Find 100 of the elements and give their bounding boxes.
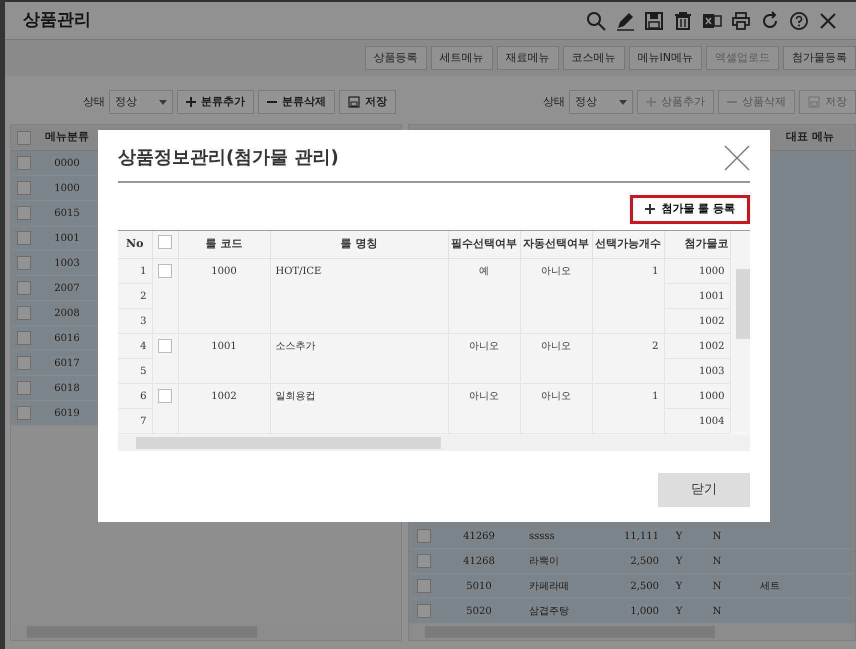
column-header: 메뉴분류 — [44, 129, 90, 146]
toolbar-button[interactable]: 분류추가 — [177, 90, 254, 114]
trash-icon[interactable] — [673, 10, 693, 30]
plus-icon — [186, 97, 196, 107]
table-cell: 1002 — [211, 391, 237, 402]
tab-button[interactable]: 코스메뉴 — [562, 46, 625, 70]
close-button[interactable]: 닫기 — [658, 472, 750, 506]
table-cell: HOT/ICE — [276, 266, 322, 277]
table-cell: 2 — [652, 341, 658, 352]
table-cell-text: sssss — [528, 530, 556, 544]
status-select[interactable]: 정상 — [569, 90, 633, 114]
table-cell: 일회용컵 — [276, 391, 316, 402]
row-number: 2 — [118, 284, 152, 308]
table-cell-text: 카페라떼 — [528, 580, 570, 594]
table-cell-text: N — [712, 554, 722, 568]
table-cell-text: 41269 — [462, 530, 496, 544]
tab-button[interactable]: 첨가물등록 — [783, 46, 856, 70]
checkbox[interactable] — [17, 206, 31, 220]
status-select[interactable]: 정상 — [109, 90, 173, 114]
checkbox[interactable] — [17, 181, 31, 195]
checkbox[interactable] — [17, 406, 31, 420]
tab-button[interactable]: 재료메뉴 — [496, 46, 559, 70]
table-cell-text: 5020 — [465, 604, 493, 618]
refresh-icon[interactable] — [760, 10, 780, 30]
row-number: 7 — [118, 408, 152, 434]
horizontal-scrollbar[interactable] — [118, 434, 750, 450]
tab-button[interactable]: 세트메뉴 — [430, 46, 493, 70]
column-header: 대표 메뉴 — [785, 129, 835, 146]
checkbox[interactable] — [158, 234, 172, 248]
checkbox[interactable] — [158, 389, 172, 403]
table-cell: 예 — [479, 266, 489, 277]
table-cell-text: Y — [674, 604, 684, 618]
toolbar-button[interactable]: 분류삭제 — [258, 90, 335, 114]
table-cell-text: 6015 — [53, 206, 81, 220]
floppy-icon[interactable] — [644, 10, 664, 30]
checkbox[interactable] — [17, 256, 31, 270]
toolbar-button[interactable]: 저장 — [339, 90, 396, 114]
printer-icon[interactable] — [731, 10, 751, 30]
plus-icon — [645, 204, 656, 214]
checkbox[interactable] — [17, 331, 31, 345]
checkbox[interactable] — [158, 264, 172, 278]
column-header: No — [118, 230, 152, 258]
table-cell: 1000 — [664, 258, 730, 284]
table-cell: 아니오 — [541, 266, 571, 277]
checkbox[interactable] — [417, 554, 431, 568]
close-icon[interactable] — [724, 144, 750, 170]
checkbox[interactable] — [158, 339, 172, 353]
table-cell-text: N — [712, 604, 722, 618]
column-header: 자동선택여부 — [520, 230, 592, 258]
tab-button[interactable]: 상품등록 — [364, 46, 427, 70]
floppy-icon — [808, 96, 820, 108]
table-cell-text: 0000 — [53, 156, 81, 170]
checkbox[interactable] — [417, 604, 431, 618]
checkbox[interactable] — [17, 306, 31, 320]
checkbox[interactable] — [417, 579, 431, 593]
search-icon[interactable] — [586, 10, 606, 30]
table-cell-text: 6017 — [53, 356, 81, 370]
table-cell: 1000 — [211, 266, 237, 277]
column-header: 룰 명칭 — [270, 230, 448, 258]
column-header: 선택가능개수 — [592, 230, 664, 258]
checkbox[interactable] — [17, 231, 31, 245]
tab-button[interactable]: 메뉴IN메뉴 — [628, 46, 702, 70]
table-cell: 아니오 — [469, 391, 499, 402]
pencil-icon[interactable] — [615, 10, 635, 30]
window-title: 상품관리 — [23, 8, 91, 32]
floppy-icon — [348, 96, 360, 108]
row-number: 1 — [118, 258, 152, 284]
table-cell-text: 5010 — [465, 580, 493, 594]
checkbox[interactable] — [417, 529, 431, 543]
table-cell: 1003 — [664, 358, 730, 384]
dialog-title: 상품정보관리(첨가물 관리) — [118, 146, 339, 170]
row-number: 3 — [118, 308, 152, 334]
help-icon[interactable] — [789, 10, 809, 30]
status-label: 상태 — [543, 94, 565, 110]
row-number: 5 — [118, 358, 152, 384]
table-cell: 1 — [652, 391, 658, 402]
table-cell: 1001 — [211, 341, 237, 352]
column-header: 첨가물코 — [664, 230, 730, 258]
table-cell-text: 6019 — [53, 406, 81, 420]
table-cell-text: 11,111 — [623, 530, 659, 544]
table-cell-text: Y — [674, 554, 684, 568]
caret-icon[interactable] — [159, 100, 167, 104]
checkbox[interactable] — [17, 130, 31, 144]
column-header: 룰 코드 — [178, 230, 270, 258]
checkbox[interactable] — [17, 356, 31, 370]
table-cell-text: N — [712, 530, 722, 544]
checkbox[interactable] — [17, 281, 31, 295]
table-cell-text: Y — [674, 580, 684, 594]
row-number: 6 — [118, 384, 152, 408]
close-icon[interactable] — [818, 10, 838, 30]
table-cell: 1000 — [664, 384, 730, 408]
table-cell: 소스추가 — [276, 341, 316, 352]
table-cell-text: 라뽁이 — [528, 554, 560, 568]
caret-icon[interactable] — [619, 100, 627, 104]
checkbox[interactable] — [17, 381, 31, 395]
table-cell-text: 삼겹주탕 — [528, 604, 570, 618]
add-rule-button[interactable]: 첨가물 룰 등록 — [630, 195, 750, 224]
table-cell-text: Y — [674, 530, 684, 544]
table-cell-text: 1,000 — [629, 604, 659, 618]
checkbox[interactable] — [17, 156, 31, 170]
